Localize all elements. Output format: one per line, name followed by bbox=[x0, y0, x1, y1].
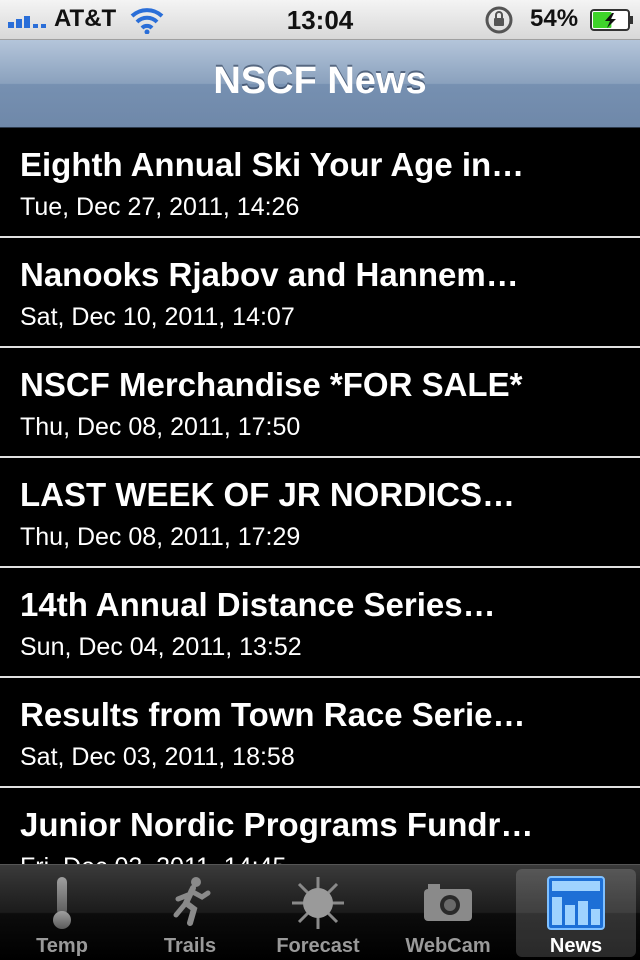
news-item[interactable]: 14th Annual Distance Series… Sun, Dec 04… bbox=[0, 568, 640, 678]
tab-label: Trails bbox=[163, 935, 217, 957]
news-item[interactable]: Results from Town Race Serie… Sat, Dec 0… bbox=[0, 678, 640, 788]
news-item-title: Nanooks Rjabov and Hannem… bbox=[20, 256, 519, 293]
tab-forecast[interactable]: Forecast bbox=[258, 869, 378, 957]
battery-percent: 54% bbox=[530, 5, 579, 32]
news-item-date: Tue, Dec 27, 2011, 14:26 bbox=[20, 193, 300, 221]
newspaper-icon bbox=[547, 876, 605, 930]
news-item-date: Thu, Dec 08, 2011, 17:50 bbox=[20, 413, 301, 441]
news-list[interactable]: Eighth Annual Ski Your Age in… Tue, Dec … bbox=[0, 128, 640, 864]
tab-label: Temp bbox=[36, 935, 88, 957]
tab-temp[interactable]: Temp bbox=[2, 869, 122, 957]
news-item[interactable]: Nanooks Rjabov and Hannem… Sat, Dec 10, … bbox=[0, 238, 640, 348]
tab-news[interactable]: News bbox=[516, 869, 636, 957]
tab-label: Forecast bbox=[276, 935, 360, 957]
tab-webcam[interactable]: WebCam bbox=[388, 869, 508, 957]
news-item-title: LAST WEEK OF JR NORDICS… bbox=[20, 476, 516, 513]
tab-trails[interactable]: Trails bbox=[130, 869, 250, 957]
news-item[interactable]: Junior Nordic Programs Fundr… Fri, Dec 0… bbox=[0, 788, 640, 864]
news-item-date: Sat, Dec 03, 2011, 18:58 bbox=[20, 743, 295, 771]
tab-bar: Temp Trails Forecast WebCam News bbox=[0, 864, 640, 960]
news-item[interactable]: NSCF Merchandise *FOR SALE* Thu, Dec 08,… bbox=[0, 348, 640, 458]
status-bar: AT&T 13:04 54% bbox=[0, 0, 640, 40]
news-item-date: Sat, Dec 10, 2011, 14:07 bbox=[20, 303, 295, 331]
news-item-date: Fri, Dec 02, 2011, 14:45 bbox=[20, 852, 620, 864]
rotation-lock-icon bbox=[485, 6, 513, 34]
camera-icon bbox=[424, 884, 472, 921]
battery-charging-icon bbox=[590, 9, 633, 31]
news-item-title: 14th Annual Distance Series… bbox=[20, 586, 496, 623]
news-item-title: Eighth Annual Ski Your Age in… bbox=[20, 146, 525, 183]
page-title: NSCF News bbox=[213, 60, 427, 102]
navigation-bar: NSCF News bbox=[0, 40, 640, 128]
news-item-title: Junior Nordic Programs Fundr… bbox=[20, 806, 534, 843]
tab-label: WebCam bbox=[405, 935, 491, 957]
news-item[interactable]: LAST WEEK OF JR NORDICS… Thu, Dec 08, 20… bbox=[0, 458, 640, 568]
news-item[interactable]: Eighth Annual Ski Your Age in… Tue, Dec … bbox=[0, 128, 640, 238]
thermometer-icon bbox=[53, 877, 71, 929]
news-item-title: Results from Town Race Serie… bbox=[20, 696, 526, 733]
runner-icon bbox=[173, 877, 211, 926]
tab-label: News bbox=[549, 935, 603, 957]
sun-icon bbox=[292, 877, 344, 929]
news-item-date: Sun, Dec 04, 2011, 13:52 bbox=[20, 633, 302, 661]
news-item-title: NSCF Merchandise *FOR SALE* bbox=[20, 366, 523, 403]
news-item-date: Thu, Dec 08, 2011, 17:29 bbox=[20, 523, 301, 551]
